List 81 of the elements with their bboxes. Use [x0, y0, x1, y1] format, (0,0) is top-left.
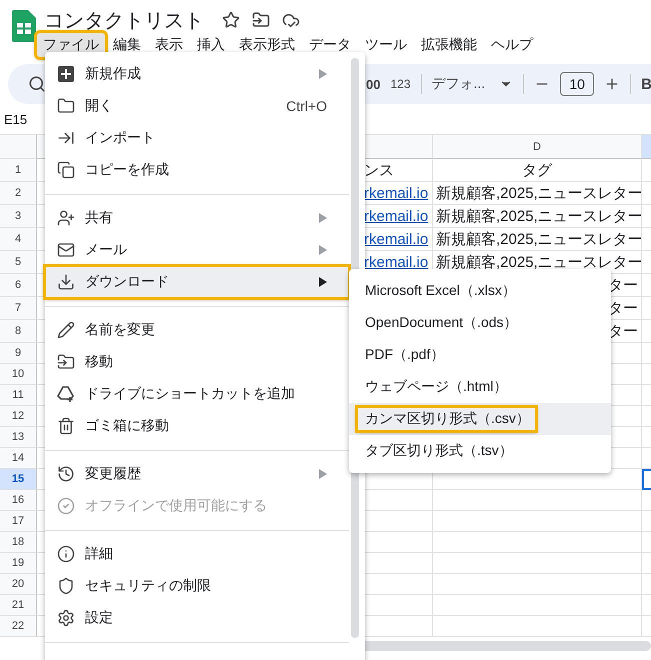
menu-item[interactable]: 開く Ctrl+O: [45, 90, 349, 122]
menu-item[interactable]: ダウンロード: [45, 266, 349, 298]
row-header[interactable]: 5: [0, 251, 37, 274]
row-header[interactable]: 2: [0, 182, 37, 205]
menu-bar-item[interactable]: ヘルプ: [484, 32, 540, 58]
row-header[interactable]: 20: [0, 574, 37, 595]
table-cell: 新規顧客,2025,ニュースレター: [433, 182, 642, 205]
row-header[interactable]: 12: [0, 406, 37, 427]
email-link[interactable]: rkemail.io: [364, 184, 428, 202]
history-icon: [57, 465, 75, 483]
menu-item[interactable]: 共有: [45, 202, 349, 234]
pencil-icon: [57, 321, 75, 339]
menu-item[interactable]: ゴミ箱に移動: [45, 410, 349, 442]
row-header[interactable]: 4: [0, 228, 37, 251]
name-box[interactable]: E15: [4, 112, 28, 126]
menu-item[interactable]: 移動: [45, 346, 349, 378]
move-folder-icon[interactable]: [252, 11, 270, 29]
bold-button[interactable]: B: [641, 76, 651, 92]
table-cell: タグ: [433, 159, 642, 182]
row-header[interactable]: 10: [0, 364, 37, 385]
row-header[interactable]: 1: [0, 159, 37, 182]
search-icon[interactable]: [28, 75, 46, 93]
menu-item[interactable]: 詳細: [45, 538, 349, 570]
email-link[interactable]: rkemail.io: [364, 254, 428, 270]
row-header[interactable]: 22: [0, 616, 37, 637]
menu-item[interactable]: 新規作成: [45, 58, 349, 90]
row-header[interactable]: 15: [0, 469, 37, 490]
folder-icon: [57, 97, 75, 115]
email-link[interactable]: rkemail.io: [364, 208, 428, 224]
row-header[interactable]: 17: [0, 511, 37, 532]
row-header[interactable]: 16: [0, 490, 37, 511]
row-header[interactable]: 3: [0, 205, 37, 228]
submenu-item[interactable]: カンマ区切り形式（.csv）: [349, 403, 611, 435]
row-header[interactable]: 18: [0, 532, 37, 553]
menu-item[interactable]: セキュリティの制限: [45, 570, 349, 602]
row-header[interactable]: 9: [0, 343, 37, 364]
info-icon: [57, 545, 75, 563]
menu-item[interactable]: ドライブにショートカットを追加: [45, 378, 349, 410]
row-header[interactable]: 21: [0, 595, 37, 616]
submenu-item[interactable]: ウェブページ（.html）: [349, 371, 611, 403]
email-link[interactable]: rkemail.io: [364, 230, 428, 248]
menu-item[interactable]: 名前を変更: [45, 314, 349, 346]
copy-icon: [57, 161, 75, 179]
corner-cell[interactable]: [0, 135, 37, 159]
menu-item[interactable]: メール: [45, 234, 349, 266]
document-title[interactable]: コンタクトリスト: [44, 6, 204, 34]
font-dropdown[interactable]: デフォ...: [432, 75, 514, 93]
row-header[interactable]: 11: [0, 385, 37, 406]
menu-item[interactable]: 設定: [45, 602, 349, 634]
row-header[interactable]: 8: [0, 320, 37, 343]
submenu-item[interactable]: タブ区切り形式（.tsv）: [349, 435, 611, 467]
menu-item[interactable]: 変更履歴: [45, 458, 349, 490]
row-header[interactable]: 6: [0, 274, 37, 297]
mail-icon: [57, 241, 75, 259]
table-cell: 新規顧客,2025,ニュースレター: [433, 205, 642, 228]
menu-item[interactable]: インポート: [45, 122, 349, 154]
row-header[interactable]: 13: [0, 427, 37, 448]
download-icon: [57, 273, 75, 291]
decimal-button[interactable]: 00: [366, 76, 380, 92]
triangle-plus-icon: [57, 385, 75, 403]
row-header[interactable]: 14: [0, 448, 37, 469]
font-size-field[interactable]: 10: [560, 72, 594, 96]
cloud-check-icon[interactable]: [282, 11, 300, 29]
table-cell: 新規顧客,2025,ニュースレター: [433, 228, 642, 251]
menu-item[interactable]: コピーを作成: [45, 154, 349, 186]
star-icon[interactable]: [222, 11, 240, 29]
row-header[interactable]: 19: [0, 553, 37, 574]
sheets-logo[interactable]: [12, 10, 36, 42]
folder-arrow-icon: [57, 353, 75, 371]
check-circle-icon: [57, 497, 75, 515]
row-header[interactable]: 7: [0, 297, 37, 320]
number-format-button[interactable]: 123: [390, 77, 410, 91]
new-sheet-icon: [57, 65, 75, 83]
menu-bar-item[interactable]: 拡張機能: [414, 32, 484, 58]
menu-bar-item[interactable]: ツール: [358, 32, 414, 58]
column-header[interactable]: D: [433, 135, 642, 159]
person-plus-icon: [57, 209, 75, 227]
import-arrow-icon: [57, 129, 75, 147]
trash-icon: [57, 417, 75, 435]
shield-icon: [57, 577, 75, 595]
settings-icon: [57, 609, 75, 627]
